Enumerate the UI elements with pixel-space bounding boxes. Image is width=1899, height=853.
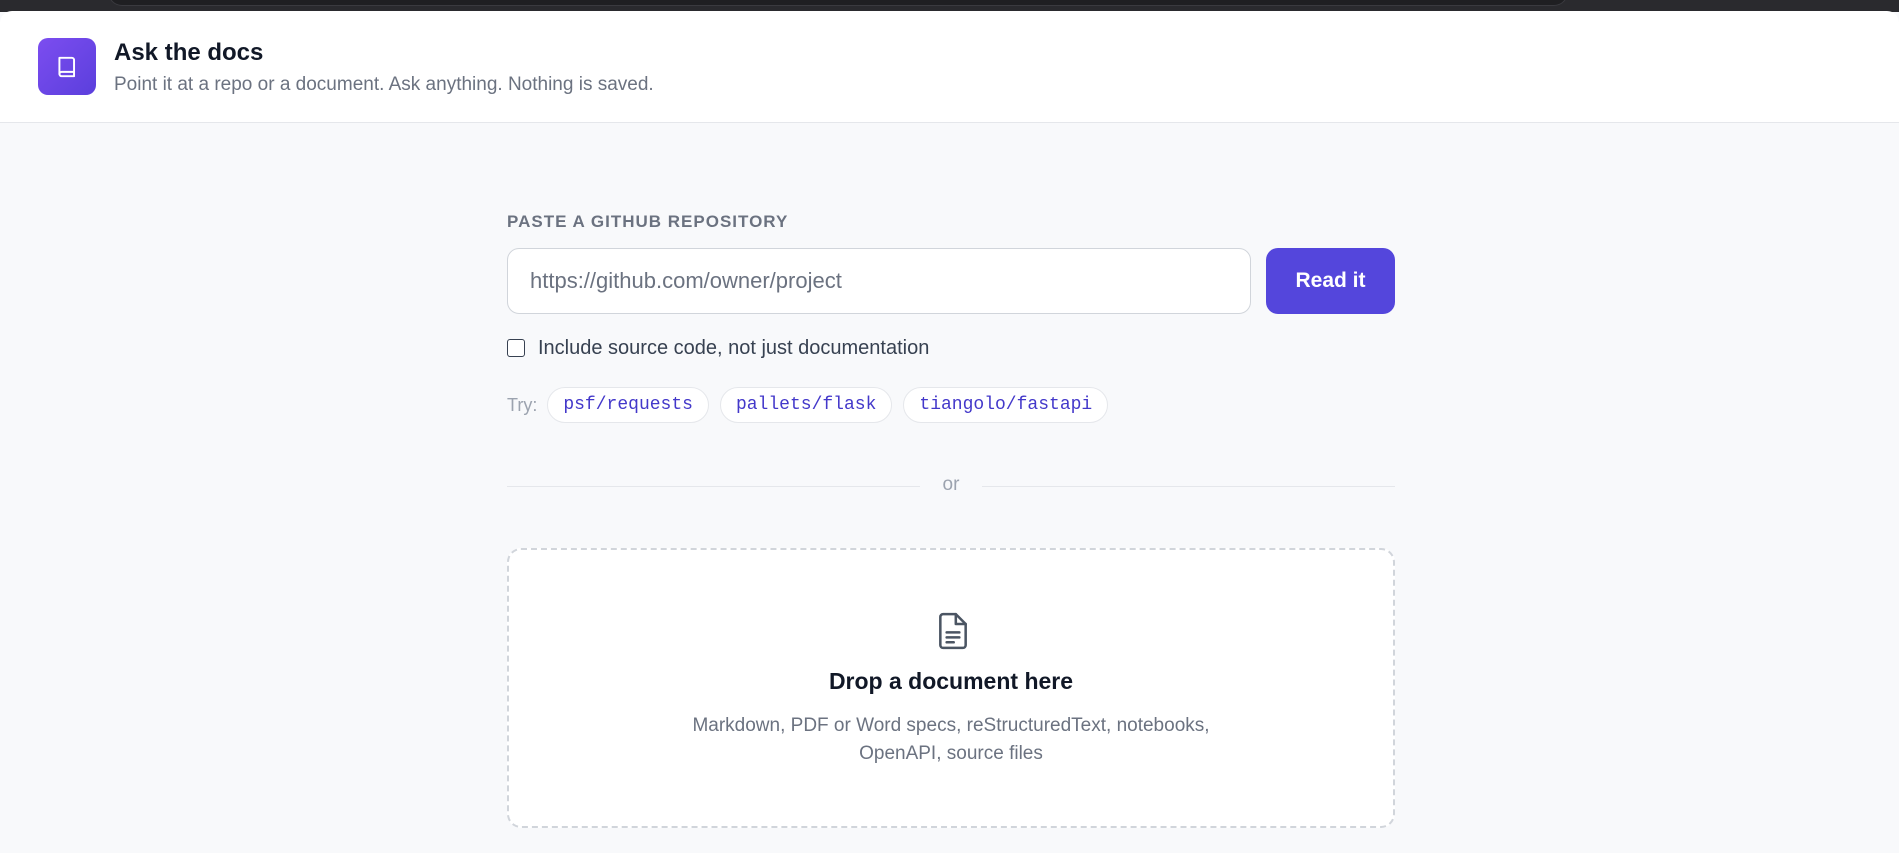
example-chip-fastapi[interactable]: tiangolo/fastapi xyxy=(903,387,1109,423)
example-chip-requests[interactable]: psf/requests xyxy=(547,387,709,423)
app-subtitle: Point it at a repo or a document. Ask an… xyxy=(114,74,654,95)
dropzone-description: Markdown, PDF or Word specs, reStructure… xyxy=(692,715,1210,764)
or-divider: or xyxy=(507,474,1395,498)
browser-bar-edge xyxy=(108,0,1568,6)
try-label: Try: xyxy=(507,394,538,415)
book-icon xyxy=(38,38,96,95)
include-source-checkbox[interactable] xyxy=(507,339,525,357)
example-repos: Try: psf/requests pallets/flask tiangolo… xyxy=(507,387,1119,423)
example-chip-flask[interactable]: pallets/flask xyxy=(719,387,893,423)
dropzone-title: Drop a document here xyxy=(828,668,1074,694)
divider-label: or xyxy=(942,474,960,495)
read-it-button[interactable]: Read it xyxy=(1266,248,1395,314)
repo-section-label: PASTE A GITHUB REPOSITORY xyxy=(507,212,789,231)
document-icon xyxy=(939,612,967,650)
app-header: Ask the docs Point it at a repo or a doc… xyxy=(0,11,1899,123)
include-source-option[interactable]: Include source code, not just documentat… xyxy=(507,336,929,360)
include-source-label[interactable]: Include source code, not just documentat… xyxy=(538,337,929,360)
divider-line-right xyxy=(982,486,1395,487)
divider-line-left xyxy=(507,486,920,487)
document-dropzone[interactable]: Drop a document here Markdown, PDF or Wo… xyxy=(507,548,1395,828)
repo-url-input[interactable] xyxy=(507,248,1251,314)
app-title: Ask the docs xyxy=(114,39,264,66)
